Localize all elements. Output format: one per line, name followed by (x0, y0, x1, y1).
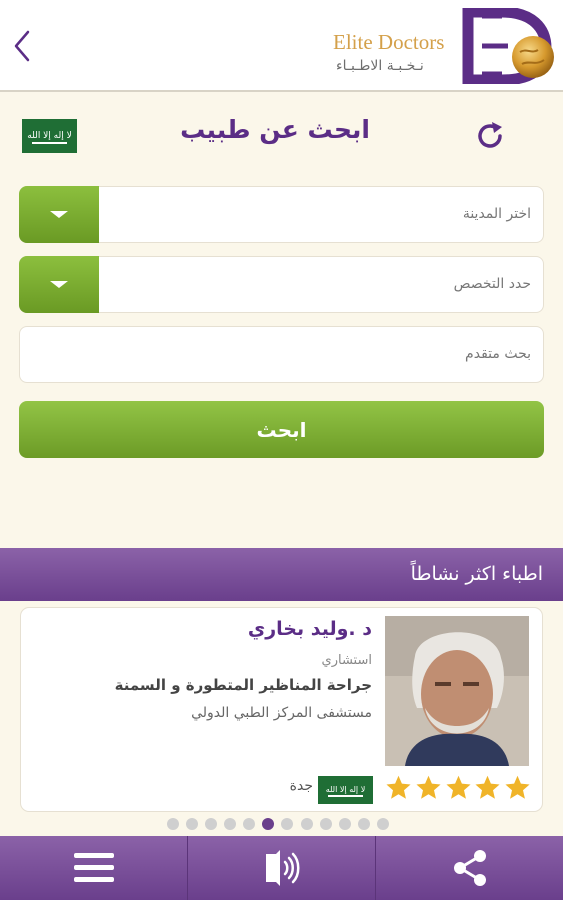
bottom-toolbar (0, 836, 563, 900)
flag-sword (327, 794, 364, 797)
page-dot[interactable] (224, 818, 237, 830)
search-button[interactable]: ابحث (19, 401, 544, 458)
page-dot[interactable] (186, 818, 199, 830)
page-dot[interactable] (167, 818, 179, 830)
city-select[interactable]: اختر المدينة (19, 186, 544, 243)
refresh-button[interactable] (472, 118, 508, 154)
page-dot[interactable] (205, 818, 218, 830)
specialty-placeholder: حدد التخصص (453, 276, 531, 292)
doctor-card[interactable]: د .وليد بخاري استشاري جراحة المناظير الم… (20, 607, 543, 812)
doctor-name[interactable]: د .وليد بخاري (248, 618, 372, 640)
star-icon (416, 775, 441, 799)
back-button[interactable] (8, 26, 36, 66)
menu-button[interactable] (0, 836, 188, 900)
brand-name-ar: نـخـبـة الاطـبـاء (336, 58, 424, 74)
doctor-title: استشاري (321, 653, 372, 668)
section-header: اطباء اكثر نشاطاً (0, 548, 563, 601)
city-placeholder: اختر المدينة (462, 206, 531, 222)
star-icon (505, 775, 530, 799)
doctor-city: جدة (289, 778, 313, 794)
star-icon (445, 775, 471, 799)
refresh-icon (478, 122, 502, 148)
specialty-select[interactable]: حدد التخصص (19, 256, 544, 313)
elite-doctors-logo (462, 8, 554, 84)
share-icon (453, 850, 486, 886)
page-dot[interactable] (319, 818, 332, 830)
page-dot[interactable] (281, 818, 294, 830)
page-dot[interactable] (300, 818, 313, 830)
page-dot[interactable] (357, 818, 370, 830)
flag-script: لا إله إلا الله (325, 785, 366, 794)
doctor-hospital: مستشفى المركز الطبي الدولي (191, 705, 372, 721)
brand-name-en: Elite Doctors (333, 30, 445, 54)
star-icon (386, 775, 411, 799)
specialty-dropdown-button[interactable] (19, 256, 99, 313)
speaker-icon (265, 850, 299, 886)
chevron-down-icon (50, 211, 68, 218)
audio-button[interactable] (188, 836, 376, 900)
page-title: ابحث عن طبيب (180, 115, 370, 144)
country-flag-selector[interactable]: لا إله إلا الله (22, 119, 77, 153)
section-title: اطباء اكثر نشاطاً (410, 563, 543, 585)
carousel-pagination (167, 817, 389, 831)
page-dot-active[interactable] (262, 818, 275, 830)
flag-sword (31, 142, 68, 145)
page-dot[interactable] (376, 818, 389, 830)
page-dot[interactable] (338, 818, 351, 830)
share-button[interactable] (376, 836, 563, 900)
city-dropdown-button[interactable] (19, 186, 99, 243)
doctor-country-flag: لا إله إلا الله (318, 776, 373, 804)
app-header: Elite Doctors نـخـبـة الاطـبـاء (0, 0, 563, 92)
page-dot[interactable] (243, 818, 256, 830)
chevron-down-icon (50, 281, 68, 288)
star-icon (475, 775, 500, 799)
rating-stars (385, 774, 531, 804)
flag-script: لا إله إلا الله (27, 130, 72, 141)
menu-icon (73, 853, 114, 882)
advanced-search-input[interactable]: بحث متقدم (19, 326, 544, 383)
doctor-specialty: جراحة المناظير المتطورة و السمنة (114, 676, 372, 694)
doctor-photo (385, 616, 529, 766)
advanced-search-placeholder: بحث متقدم (465, 346, 531, 362)
chevron-left-icon (14, 30, 30, 62)
